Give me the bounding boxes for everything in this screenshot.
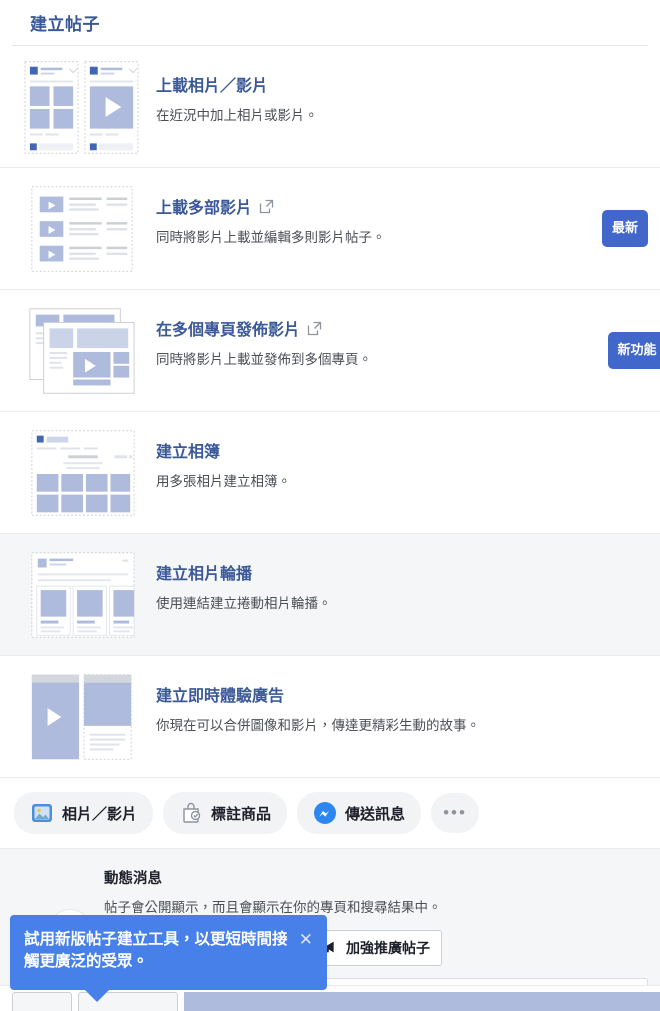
create-post-panel: 建立帖子 上載相片／影片 在近況中加上相片或影片。 上載多部影片 同時將影片上載… (0, 0, 660, 1011)
boost-post-label: 加強推廣帖子 (346, 940, 430, 956)
option-text-create-album: 建立相簿 用多張相片建立相簿。 (140, 424, 648, 491)
audience-title: 動態消息 (104, 871, 162, 887)
option-title[interactable]: 上載多部影片 (156, 194, 252, 218)
boost-post-button[interactable]: 加強推廣帖子 (311, 930, 442, 966)
option-description: 你現在可以合併圖像和影片，傳達更精彩生動的故事。 (156, 718, 480, 733)
messenger-icon (313, 801, 337, 825)
thumbnail-instant-experience-ad (24, 668, 140, 765)
post-type-list: 上載相片／影片 在近況中加上相片或影片。 上載多部影片 同時將影片上載並編輯多則… (0, 46, 660, 778)
photo-video-icon (30, 801, 54, 825)
panel-header: 建立帖子 (0, 0, 660, 45)
option-description: 同時將影片上載並發佈到多個專頁。 (156, 352, 372, 367)
close-icon[interactable]: ✕ (299, 929, 313, 948)
action-chip-photo-video[interactable]: 相片／影片 (14, 792, 154, 834)
action-chip-more[interactable]: ••• (431, 793, 480, 833)
thumbnail-upload-multiple-videos (24, 180, 140, 277)
page-title: 建立帖子 (30, 15, 100, 34)
composer-actions-bar: 相片／影片 標註商品 傳送訊息 ••• (0, 778, 660, 849)
stacked-pages-layout-icon (29, 308, 135, 394)
tooltip-text: 試用新版帖子建立工具，以更短時間接觸更廣泛的受眾。 (24, 931, 288, 971)
option-text-instant-experience-ad: 建立即時體驗廣告 你現在可以合併圖像和影片，傳達更精彩生動的故事。 (140, 668, 648, 735)
shopping-bag-tag-icon (179, 801, 203, 825)
option-title[interactable]: 上載相片／影片 (156, 72, 268, 96)
option-row-create-carousel[interactable]: 建立相片輪播 使用連結建立捲動相片輪播。 (0, 534, 660, 656)
option-row-upload-photo-video[interactable]: 上載相片／影片 在近況中加上相片或影片。 (0, 46, 660, 168)
option-row-instant-experience-ad[interactable]: 建立即時體驗廣告 你現在可以合併圖像和影片，傳達更精彩生動的故事。 (0, 656, 660, 778)
option-description: 用多張相片建立相簿。 (156, 474, 291, 489)
option-title[interactable]: 建立相簿 (156, 438, 220, 462)
thumbnail-upload-photo-video (24, 58, 140, 155)
status-badge-newest[interactable]: 最新 (602, 210, 648, 247)
option-text-publish-multiple-pages: 在多個專頁發佈影片 同時將影片上載並發佈到多個專頁。 (140, 302, 608, 369)
option-text-create-carousel: 建立相片輪播 使用連結建立捲動相片輪播。 (140, 546, 648, 613)
option-title[interactable]: 建立相片輪播 (156, 560, 252, 584)
option-title[interactable]: 在多個專頁發佈影片 (156, 316, 300, 340)
external-link-icon[interactable] (307, 321, 322, 336)
option-text-upload-multiple-videos: 上載多部影片 同時將影片上載並編輯多則影片帖子。 (140, 180, 602, 247)
new-composer-tooltip[interactable]: 試用新版帖子建立工具，以更短時間接觸更廣泛的受眾。 ✕ (10, 915, 327, 1002)
action-chip-label: 傳送訊息 (345, 805, 406, 823)
option-row-upload-multiple-videos[interactable]: 上載多部影片 同時將影片上載並編輯多則影片帖子。 最新 (0, 168, 660, 290)
status-badge-new-feature[interactable]: 新功能 (608, 332, 660, 369)
action-chip-label: 標註商品 (211, 805, 272, 823)
carousel-cards-icon (31, 552, 135, 638)
tooltip-arrow (84, 988, 110, 1002)
option-description: 同時將影片上載並編輯多則影片帖子。 (156, 230, 386, 245)
option-description: 使用連結建立捲動相片輪播。 (156, 596, 332, 611)
audience-subtitle: 帖子會公開顯示，而且會顯示在你的專頁和搜尋結果中。 (104, 900, 442, 915)
option-title[interactable]: 建立即時體驗廣告 (156, 682, 284, 706)
ellipsis-icon: ••• (443, 803, 467, 822)
action-chip-tag-product[interactable]: 標註商品 (163, 792, 288, 834)
bottom-button-1[interactable] (12, 992, 72, 1011)
option-row-create-album[interactable]: 建立相簿 用多張相片建立相簿。 (0, 412, 660, 534)
video-and-article-cards-icon (31, 674, 132, 760)
thumbnail-create-album (24, 424, 140, 521)
option-description: 在近況中加上相片或影片。 (156, 108, 318, 123)
thumbnail-create-carousel (24, 546, 140, 643)
two-phone-cards-photo-video-icon (24, 61, 139, 154)
option-row-publish-multiple-pages[interactable]: 在多個專頁發佈影片 同時將影片上載並發佈到多個專頁。 新功能 (0, 290, 660, 412)
photo-grid-icon (31, 430, 135, 516)
bottom-progress-bar (184, 992, 660, 1011)
action-chip-send-message[interactable]: 傳送訊息 (297, 792, 422, 834)
video-list-rows-icon (31, 186, 133, 272)
action-chip-label: 相片／影片 (62, 805, 138, 823)
thumbnail-publish-multiple-pages (24, 302, 140, 399)
external-link-icon[interactable] (259, 199, 274, 214)
option-text-upload-photo-video: 上載相片／影片 在近況中加上相片或影片。 (140, 58, 648, 125)
